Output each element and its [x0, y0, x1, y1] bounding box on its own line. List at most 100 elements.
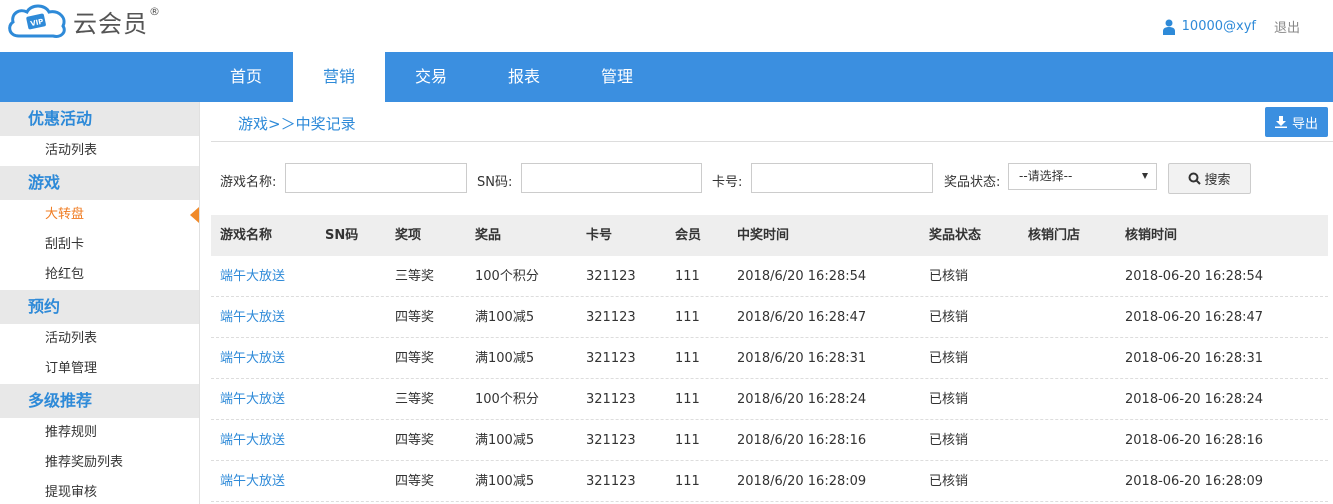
col-redeem-time-cell: 2018-06-20 16:28:54 — [1125, 269, 1264, 284]
col-prize-status-header: 奖品状态 — [929, 228, 982, 243]
col-game-name-cell[interactable]: 端午大放送 — [211, 256, 325, 296]
search-icon — [1188, 172, 1202, 185]
sidebar-item-promo-activity-list[interactable]: 活动列表 — [0, 136, 199, 166]
main-nav: 首页 营销 交易 报表 管理 — [0, 52, 1333, 102]
sidebar-group-games[interactable]: 游戏 — [0, 166, 199, 200]
col-member-cell: 111 — [675, 392, 700, 407]
nav-management[interactable]: 管理 — [571, 52, 663, 102]
sidebar-item-withdraw-review[interactable]: 提现审核 — [0, 478, 199, 504]
brand-name: 云会员 — [73, 9, 148, 38]
col-game-name-header: 游戏名称 — [220, 228, 273, 243]
col-card-cell: 321123 — [586, 269, 636, 284]
top-header: VIP 云会员 ® 10000@xyf 退出 — [0, 0, 1333, 52]
col-prize-status-cell: 已核销 — [929, 310, 969, 325]
table-row: 端午大放送 三等奖 100个积分 321123 111 2018/6/20 16:28:2… — [211, 379, 1328, 420]
col-redeem-time-cell: 2018-06-20 16:28:31 — [1125, 351, 1264, 366]
breadcrumb-bar: 游戏>＞中奖记录 导出 — [211, 102, 1333, 142]
col-redeem-time-cell: 2018-06-20 16:28:47 — [1125, 310, 1264, 325]
col-prize-cell: 满100减5 — [475, 310, 535, 325]
col-prize-status-cell: 已核销 — [929, 269, 969, 284]
col-prize-status-cell: 已核销 — [929, 433, 969, 448]
game-name-input[interactable] — [285, 163, 467, 193]
col-member-cell: 111 — [675, 474, 700, 489]
sidebar-item-referral-rules[interactable]: 推荐规则 — [0, 418, 199, 448]
col-award-cell: 四等奖 — [395, 433, 435, 448]
user-account-link[interactable]: 10000@xyf — [1182, 19, 1256, 34]
table-row: 端午大放送 四等奖 满100减5 321123 111 2018/6/20 16:28:3… — [211, 338, 1328, 379]
logout-link[interactable]: 退出 — [1274, 17, 1300, 36]
col-member-cell: 111 — [675, 351, 700, 366]
col-member-cell: 111 — [675, 310, 700, 325]
export-label: 导出 — [1291, 116, 1318, 132]
col-prize-cell: 100个积分 — [475, 392, 539, 407]
col-prize-header: 奖品 — [475, 228, 502, 243]
col-sn-header: SN码 — [325, 228, 359, 243]
col-game-name-cell[interactable]: 端午大放送 — [211, 420, 325, 460]
nav-home[interactable]: 首页 — [200, 52, 292, 102]
sidebar-item-referral-rewards[interactable]: 推荐奖励列表 — [0, 448, 199, 478]
col-game-name-cell[interactable]: 端午大放送 — [211, 297, 325, 337]
game-name-label: 游戏名称: — [220, 175, 277, 190]
search-button[interactable]: 搜索 — [1168, 163, 1251, 194]
export-button[interactable]: 导出 — [1265, 107, 1328, 137]
sidebar-item-order-management[interactable]: 订单管理 — [0, 354, 199, 384]
col-prize-status-cell: 已核销 — [929, 392, 969, 407]
sidebar-group-promotions[interactable]: 优惠活动 — [0, 102, 199, 136]
col-card-cell: 321123 — [586, 392, 636, 407]
col-win-time-cell: 2018/6/20 16:28:09 — [737, 474, 867, 489]
nav-trade[interactable]: 交易 — [385, 52, 477, 102]
sn-input[interactable] — [521, 163, 702, 193]
brand-logo[interactable]: VIP 云会员 ® — [5, 2, 160, 40]
card-input[interactable] — [751, 163, 933, 193]
col-prize-cell: 100个积分 — [475, 269, 539, 284]
col-prize-status-cell: 已核销 — [929, 351, 969, 366]
col-game-name-cell[interactable]: 端午大放送 — [211, 379, 325, 419]
col-card-cell: 321123 — [586, 310, 636, 325]
col-member-cell: 111 — [675, 433, 700, 448]
col-sn-cell — [325, 297, 395, 337]
breadcrumb[interactable]: 游戏>＞中奖记录 — [238, 113, 356, 134]
col-award-cell: 三等奖 — [395, 392, 435, 407]
col-win-time-cell: 2018/6/20 16:28:16 — [737, 433, 867, 448]
download-icon — [1274, 116, 1287, 128]
active-indicator-arrow-icon — [190, 207, 199, 223]
table-row: 端午大放送 四等奖 满100减5 321123 111 2018/6/20 16:28:4… — [211, 297, 1328, 338]
registered-mark: ® — [149, 4, 160, 18]
col-redeem-time-cell: 2018-06-20 16:28:09 — [1125, 474, 1264, 489]
col-card-header: 卡号 — [586, 228, 613, 243]
status-select[interactable]: --请选择-- — [1008, 163, 1157, 190]
user-area: 10000@xyf 退出 — [1162, 17, 1300, 36]
table-row: 端午大放送 三等奖 100个积分 321123 111 2018/6/20 16:28:5… — [211, 256, 1328, 297]
col-game-name-cell[interactable]: 端午大放送 — [211, 338, 325, 378]
col-store-cell — [1028, 461, 1125, 501]
sidebar-item-reservation-activity-list[interactable]: 活动列表 — [0, 324, 199, 354]
col-win-time-cell: 2018/6/20 16:28:54 — [737, 269, 867, 284]
status-select-value: --请选择-- — [1019, 169, 1073, 183]
col-prize-cell: 满100减5 — [475, 433, 535, 448]
sidebar-item-wheel[interactable]: 大转盘 — [0, 200, 199, 230]
user-icon — [1162, 19, 1175, 35]
col-store-cell — [1028, 338, 1125, 378]
col-redeem-time-cell: 2018-06-20 16:28:16 — [1125, 433, 1264, 448]
search-form: 游戏名称: SN码: 卡号: 奖品状态: --请选择-- 搜索 — [211, 162, 1333, 194]
sidebar-item-scratch-card[interactable]: 刮刮卡 — [0, 230, 199, 260]
nav-reports[interactable]: 报表 — [478, 52, 570, 102]
col-card-cell: 321123 — [586, 351, 636, 366]
nav-marketing[interactable]: 营销 — [293, 52, 385, 102]
col-member-cell: 111 — [675, 269, 700, 284]
col-award-cell: 三等奖 — [395, 269, 435, 284]
sidebar-group-referral[interactable]: 多级推荐 — [0, 384, 199, 418]
col-prize-status-cell: 已核销 — [929, 474, 969, 489]
col-sn-cell — [325, 379, 395, 419]
table-row: 端午大放送 四等奖 满100减5 321123 111 2018/6/20 16:28:0… — [211, 461, 1328, 502]
col-card-cell: 321123 — [586, 474, 636, 489]
col-store-cell — [1028, 297, 1125, 337]
sidebar-group-reservation[interactable]: 预约 — [0, 290, 199, 324]
col-sn-cell — [325, 338, 395, 378]
search-label: 搜索 — [1204, 173, 1231, 188]
col-game-name-cell[interactable]: 端午大放送 — [211, 461, 325, 501]
col-win-time-cell: 2018/6/20 16:28:24 — [737, 392, 867, 407]
col-store-header: 核销门店 — [1028, 228, 1081, 243]
sidebar-item-red-envelope[interactable]: 抢红包 — [0, 260, 199, 290]
col-sn-cell — [325, 420, 395, 460]
